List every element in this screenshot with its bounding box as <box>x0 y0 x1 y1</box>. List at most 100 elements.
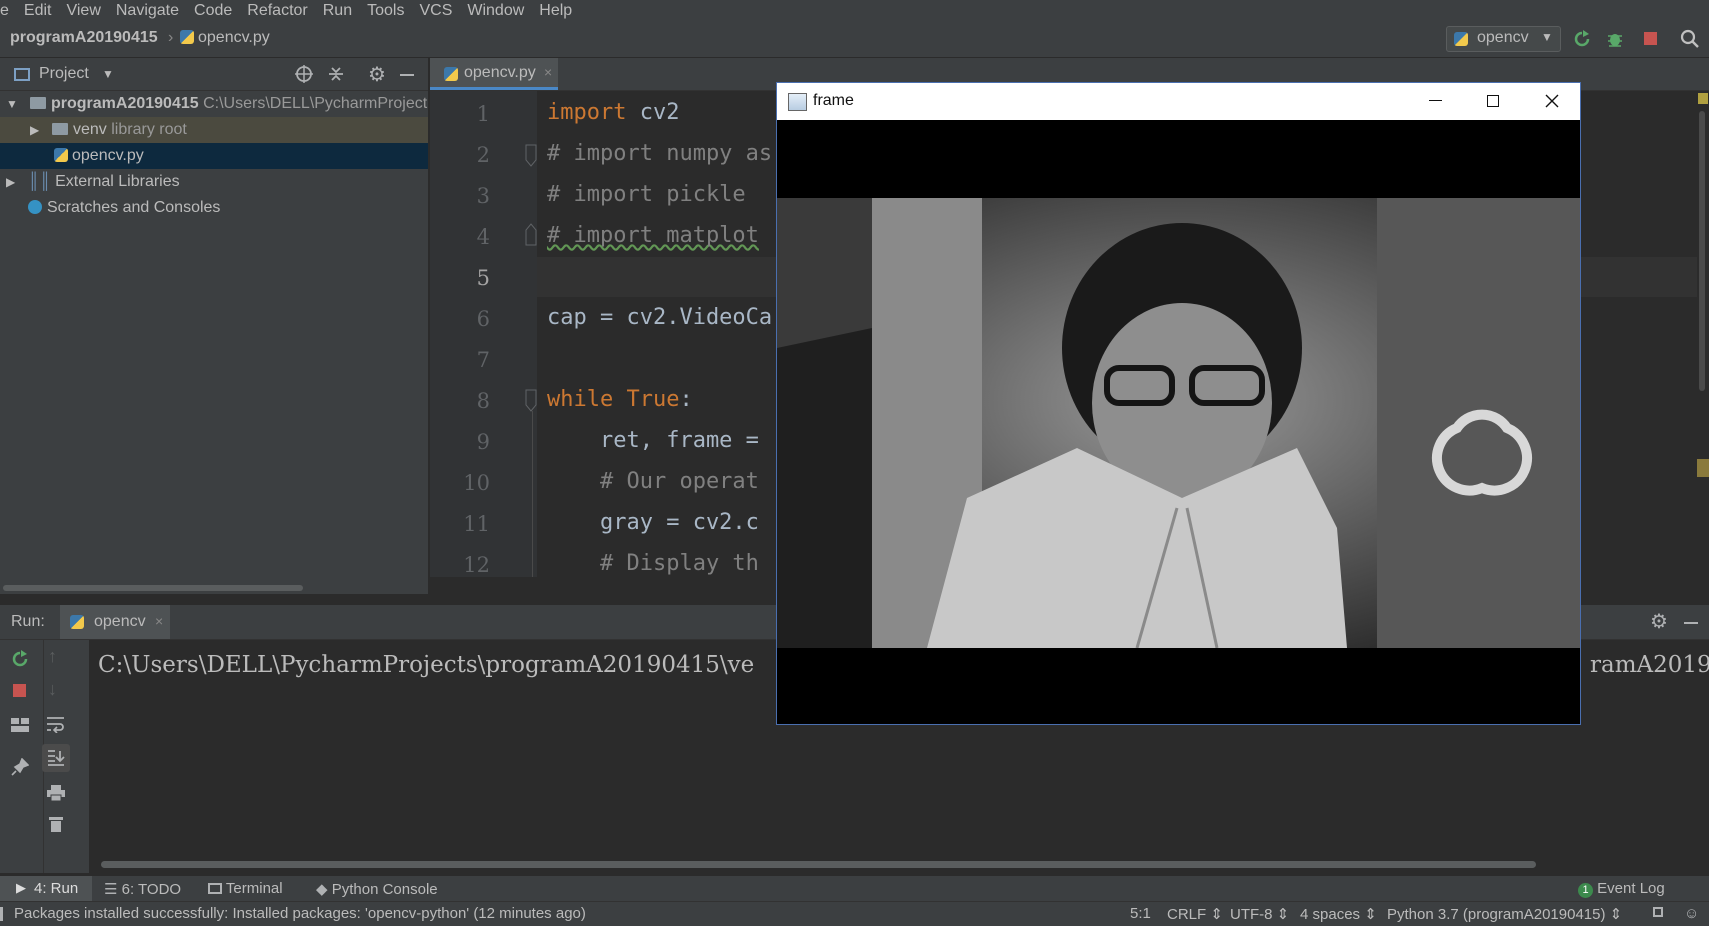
tree-item-path: C:\Users\DELL\PycharmProject <box>203 95 428 112</box>
code-line-9: ret, frame = <box>547 428 759 453</box>
tree-item-label: venv <box>73 121 107 138</box>
encoding-widget[interactable]: UTF-8 ⇕ <box>1230 905 1289 923</box>
inspector-icon[interactable]: ☺ <box>1684 905 1699 922</box>
menu-edit[interactable]: Edit <box>24 2 52 20</box>
python-icon <box>1454 32 1468 46</box>
tool-tab-todo[interactable]: ☰ 6: TODO <box>104 880 181 898</box>
tool-tab-label: 4: Run <box>34 880 79 897</box>
breadcrumb-file[interactable]: opencv.py <box>180 29 270 47</box>
scroll-to-end-button[interactable] <box>42 744 70 772</box>
close-icon[interactable]: × <box>155 613 163 629</box>
project-view-selector[interactable]: Project <box>39 65 89 83</box>
scroll-to-end-icon <box>48 750 65 766</box>
stop-icon[interactable] <box>1644 32 1657 45</box>
line-number: 3 <box>476 184 490 208</box>
down-arrow-icon[interactable]: ↓ <box>48 679 57 700</box>
tool-tab-event-log[interactable]: 1 Event Log <box>1578 880 1665 898</box>
tool-tab-label: Python Console <box>331 881 438 898</box>
stop-icon[interactable] <box>13 684 26 697</box>
indent-widget[interactable]: 4 spaces ⇕ <box>1300 905 1377 923</box>
status-bar: Packages installed successfully: Install… <box>0 901 1709 926</box>
collapse-all-icon[interactable] <box>327 65 345 83</box>
tool-tab-terminal[interactable]: Terminal <box>208 880 283 897</box>
rerun-icon[interactable] <box>1573 30 1591 48</box>
menu-tools[interactable]: Tools <box>367 2 404 20</box>
line-separator: CRLF <box>1167 906 1207 923</box>
maximize-icon[interactable] <box>1487 95 1499 107</box>
tree-item-venv[interactable]: ▶ venv library root <box>0 117 428 143</box>
menu-help[interactable]: Help <box>539 2 572 20</box>
chevron-down-icon[interactable]: ▼ <box>102 67 114 81</box>
caret-position[interactable]: 5:1 <box>1130 905 1151 922</box>
scratches-icon <box>28 200 42 214</box>
project-tree: ▼ programA20190415 C:\Users\DELL\Pycharm… <box>0 91 428 594</box>
debug-icon[interactable] <box>1606 30 1624 48</box>
window-icon <box>788 93 807 111</box>
menu-bar: e Edit View Navigate Code Refactor Run T… <box>0 0 1709 21</box>
run-config-select[interactable]: opencv ▼ <box>1446 26 1561 52</box>
menu-window[interactable]: Window <box>467 2 524 20</box>
python-icon <box>70 615 84 629</box>
fold-guide <box>532 411 533 577</box>
editor-scrollbar-track[interactable] <box>1697 91 1709 605</box>
vertical-scrollbar-thumb[interactable] <box>1699 111 1705 391</box>
code-line-4: # import matplot <box>547 223 759 248</box>
library-icon: ║║ <box>28 173 51 190</box>
editor-gutter: 1 2 3 4 5 6 7 8 9 10 11 12 <box>430 91 537 577</box>
rerun-icon[interactable] <box>11 650 29 668</box>
trash-icon[interactable] <box>47 815 65 833</box>
tree-item-label: opencv.py <box>72 147 144 164</box>
line-number: 1 <box>476 102 490 126</box>
close-icon[interactable] <box>1545 94 1559 108</box>
tree-item-suffix: library root <box>111 121 187 138</box>
menu-refactor[interactable]: Refactor <box>247 2 307 20</box>
menu-navigate[interactable]: Navigate <box>116 2 179 20</box>
menu-file[interactable]: e <box>0 2 9 20</box>
status-message[interactable]: Packages installed successfully: Install… <box>14 905 586 922</box>
soft-wrap-icon[interactable] <box>46 715 66 733</box>
line-separator-widget[interactable]: CRLF ⇕ <box>1167 905 1223 923</box>
breadcrumb-project[interactable]: programA20190415 <box>10 29 158 47</box>
tab-opencv-py[interactable]: opencv.py × <box>430 58 558 90</box>
code-line-3: # import pickle <box>547 182 746 207</box>
minimize-panel-icon[interactable] <box>1684 622 1698 624</box>
horizontal-scrollbar[interactable] <box>101 861 1536 868</box>
breadcrumb-separator: › <box>168 29 174 46</box>
menu-view[interactable]: View <box>66 2 100 20</box>
menu-vcs[interactable]: VCS <box>419 2 452 20</box>
tab-label: opencv.py <box>464 64 536 81</box>
menu-code[interactable]: Code <box>194 2 232 20</box>
tree-item-external-libraries[interactable]: ▶ ║║ External Libraries <box>0 169 428 195</box>
tool-tab-run[interactable]: ▶ 4: Run <box>0 876 92 902</box>
fold-marker-icon[interactable] <box>525 222 537 246</box>
minimize-icon[interactable] <box>1429 100 1442 101</box>
run-toolbar: ↑ ↓ <box>0 640 89 873</box>
pin-icon[interactable] <box>11 758 29 776</box>
close-icon[interactable]: × <box>544 64 552 80</box>
interpreter-widget[interactable]: Python 3.7 (programA20190415) ⇕ <box>1387 905 1622 923</box>
menu-run[interactable]: Run <box>323 2 352 20</box>
fold-marker-icon[interactable] <box>525 144 537 168</box>
run-output-line: C:\Users\DELL\PycharmProjects\programA20… <box>98 652 755 678</box>
tree-item-opencv-py[interactable]: opencv.py <box>0 143 428 169</box>
horizontal-scrollbar[interactable] <box>3 585 303 591</box>
tree-item-scratches[interactable]: Scratches and Consoles <box>0 195 428 221</box>
tree-item-project-root[interactable]: ▼ programA20190415 C:\Users\DELL\Pycharm… <box>0 91 428 117</box>
search-icon[interactable] <box>1680 29 1700 49</box>
gear-icon[interactable]: ⚙ <box>368 62 386 87</box>
layout-icon[interactable] <box>10 717 30 733</box>
fold-marker-icon[interactable] <box>525 389 537 413</box>
print-icon[interactable] <box>46 784 66 802</box>
frame-title-bar[interactable]: frame <box>777 83 1580 120</box>
locate-icon[interactable] <box>295 65 313 83</box>
expand-arrow-icon: ▼ <box>6 97 18 111</box>
gear-icon[interactable]: ⚙ <box>1650 609 1668 634</box>
warning-marker[interactable] <box>1698 93 1708 104</box>
frame-window[interactable]: frame <box>776 82 1581 725</box>
lock-icon[interactable] <box>1653 907 1663 917</box>
error-marker[interactable] <box>1697 459 1709 477</box>
tool-tab-python-console[interactable]: ◆ Python Console <box>316 880 438 898</box>
tab-run-opencv[interactable]: opencv × <box>60 605 170 639</box>
up-arrow-icon[interactable]: ↑ <box>48 646 57 667</box>
minimize-panel-icon[interactable] <box>400 74 414 76</box>
